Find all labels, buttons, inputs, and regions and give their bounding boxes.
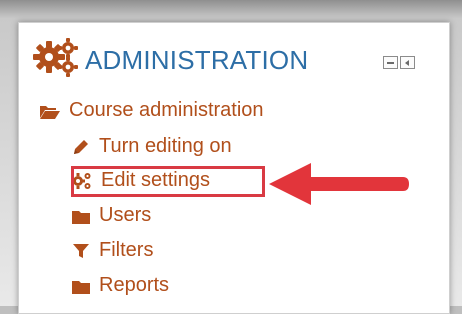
reports-item[interactable]: Reports [71,274,169,297]
screenshot-frame: ADMINISTRATION Course administration Tur… [0,0,462,314]
dock-icon[interactable] [400,56,415,69]
block-header: ADMINISTRATION [19,23,449,99]
gears-icon [33,38,78,77]
filter-icon [73,243,89,258]
users-label: Users [99,204,152,226]
users-item[interactable]: Users [71,204,151,227]
highlight-box [71,166,265,197]
turn-editing-on-label: Turn editing on [99,135,232,157]
course-administration-item[interactable]: Course administration [39,99,264,122]
reports-label: Reports [99,274,170,296]
folder-icon [72,210,90,224]
turn-editing-on-link[interactable]: Turn editing on [71,135,232,158]
block-title: ADMINISTRATION [85,45,309,75]
filters-label: Filters [99,239,154,261]
folder-icon [72,280,90,294]
filters-link[interactable]: Filters [71,239,153,262]
pencil-icon [74,139,88,154]
pointer-arrow-icon [269,163,409,205]
course-administration-label: Course administration [69,99,264,121]
block-controls [383,56,417,72]
folder-open-icon [40,105,60,119]
minimize-icon[interactable] [383,56,398,69]
administration-block: ADMINISTRATION Course administration Tur… [18,22,450,314]
